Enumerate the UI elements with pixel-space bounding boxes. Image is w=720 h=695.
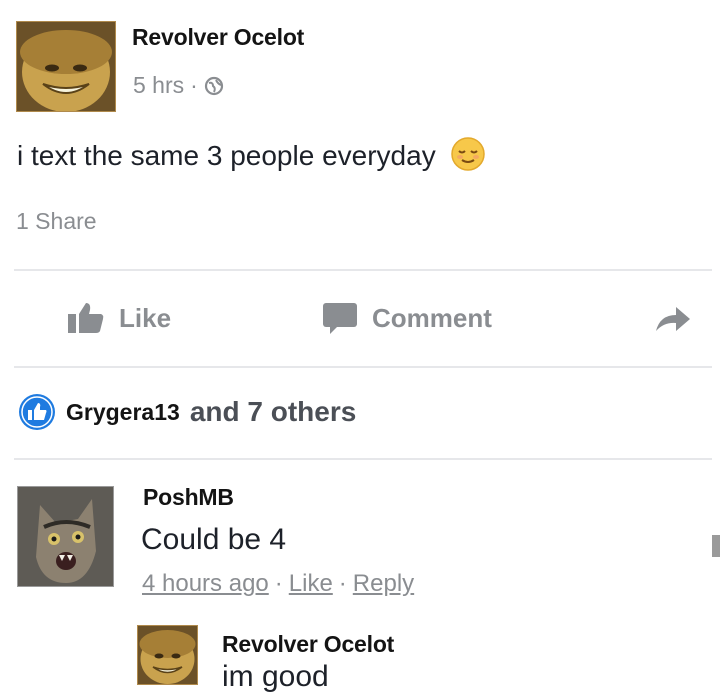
commenter-avatar[interactable] [17,486,114,587]
reply-avatar[interactable] [137,625,198,685]
like-label: Like [119,302,172,333]
post-author-name[interactable]: Revolver Ocelot [132,24,304,51]
reply-text: im good [222,660,329,693]
relieved-face-emoji-icon [451,137,486,171]
post-text-content: i text the same 3 people everyday [17,140,436,171]
cat-face-icon [18,487,113,586]
reaction-first-name[interactable]: Grygera13 [66,399,180,426]
comment-text: Could be 4 [141,523,287,556]
divider-bottom [14,458,712,460]
comment-bubble-icon [323,303,357,334]
author-avatar[interactable] [16,21,116,112]
comment-time[interactable]: 4 hours ago [142,570,269,598]
comment-button[interactable]: Comment [322,301,492,335]
divider-top [14,269,712,271]
divider-middle [14,366,712,368]
meta-dot: · [338,570,347,597]
comment-like-link[interactable]: Like [289,570,333,598]
like-button[interactable]: Like [67,301,171,335]
reactions-summary[interactable]: Grygera13 and 7 others [18,393,356,431]
like-reaction-icon [19,394,55,430]
comment-label: Comment [372,302,492,333]
comment-reply-link[interactable]: Reply [353,570,414,598]
meta-separator: · [190,72,198,98]
reply-author-name[interactable]: Revolver Ocelot [222,631,394,658]
ocelot-face-icon [138,626,197,684]
share-arrow-icon [656,307,690,331]
comment-author-name[interactable]: PoshMB [143,484,234,511]
scrollbar-thumb[interactable] [712,535,720,557]
globe-icon [204,76,223,95]
post-time[interactable]: 5 hrs [133,72,184,99]
thumbs-up-icon [68,303,104,333]
post-text: i text the same 3 people everyday [17,137,486,172]
post-meta: 5 hrs · [133,72,224,99]
comment-meta: 4 hours ago · Like · Reply [142,570,414,598]
reaction-others[interactable]: and 7 others [190,396,356,428]
meta-dot: · [274,570,283,597]
share-count[interactable]: 1 Share [16,208,97,235]
share-button[interactable] [654,305,692,338]
ocelot-face-icon [17,22,115,111]
